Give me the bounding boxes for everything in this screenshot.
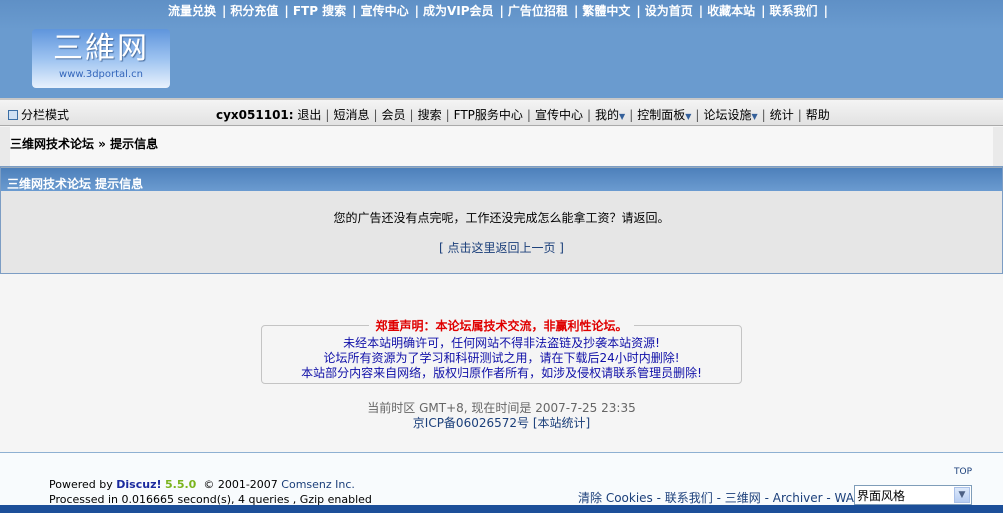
top-link[interactable]: 繁體中文 [582, 4, 630, 18]
time-info: 当前时区 GMT+8, 现在时间是 2007-7-25 23:35 京ICP备0… [0, 401, 1003, 431]
footer-link[interactable]: 清除 Cookies [578, 491, 653, 505]
nav-item[interactable]: 短消息 [333, 108, 369, 122]
version: 5.5.0 [165, 478, 197, 491]
message-box: 三维网技术论坛 提示信息 您的广告还没有点完呢，工作还没完成怎么能拿工资？请返回… [0, 166, 1003, 274]
top-link[interactable]: 积分充值 [230, 4, 278, 18]
footer-link[interactable]: 联系我们 [665, 491, 713, 505]
nav-item[interactable]: 帮助 [806, 108, 830, 122]
footer-link[interactable]: Archiver [773, 491, 823, 505]
dropdown-arrow-icon[interactable]: ▼ [751, 112, 757, 121]
username[interactable]: cyx051101: [216, 108, 294, 122]
separator: | [823, 4, 828, 18]
style-select[interactable]: 界面风格 ▼ [854, 485, 972, 505]
back-to-top-link[interactable]: TOP [954, 467, 972, 477]
message-header: 三维网技术论坛 提示信息 [1, 167, 1002, 191]
footer: TOP Powered by Discuz! 5.5.0 © 2001-2007… [0, 452, 1003, 507]
top-link[interactable]: 联系我们 [770, 4, 818, 18]
separator: | [526, 108, 531, 122]
footer-links: 清除 Cookies - 联系我们 - 三维网 - Archiver - WAP [578, 489, 861, 506]
top-link[interactable]: 流量兑换 [168, 4, 216, 18]
footer-link[interactable]: 三维网 [725, 491, 761, 505]
top-link[interactable]: 广告位招租 [508, 4, 568, 18]
column-mode-icon [8, 110, 18, 120]
column-mode-label: 分栏模式 [21, 108, 70, 122]
separator: - [652, 491, 665, 505]
nav-item[interactable]: 宣传中心 [535, 108, 583, 122]
logo-url: www.3dportal.cn [59, 69, 143, 80]
copyright: © 2001-2007 [203, 478, 278, 491]
icp-link[interactable]: 京ICP备06026572号 [413, 416, 529, 430]
nav-item[interactable]: 搜索 [418, 108, 442, 122]
top-link[interactable]: 设为首页 [645, 4, 693, 18]
top-links: 流量兑换 | 积分充值 | FTP 搜索 | 宣传中心 | 成为VIP会员 | 广告位招租 | 繁體中文… [168, 2, 832, 19]
separator: | [445, 108, 450, 122]
separator: | [414, 4, 419, 18]
separator: | [573, 4, 579, 18]
column-mode-link[interactable]: 分栏模式 [8, 106, 69, 123]
separator: | [409, 108, 414, 122]
comsenz-link[interactable]: Comsenz Inc. [281, 478, 355, 491]
timezone-text: 当前时区 GMT+8, 现在时间是 2007-7-25 23:35 [367, 401, 636, 415]
stats-link[interactable]: [本站统计] [533, 416, 590, 430]
disclaimer-box: 郑重声明：本论坛属技术交流，非赢利性论坛。 未经本站明确许可，任何网站不得非法盗… [261, 319, 742, 384]
separator: | [373, 108, 378, 122]
separator: - [822, 491, 835, 505]
separator: | [698, 4, 704, 18]
breadcrumb[interactable]: 三维网技术论坛 » 提示信息 [10, 135, 158, 152]
separator: | [352, 4, 357, 18]
top-link[interactable]: 宣传中心 [361, 4, 409, 18]
top-link[interactable]: 收藏本站 [707, 4, 755, 18]
disclaimer-line: 本站部分内容来自网络，版权归原作者所有，如涉及侵权请联系管理员删除! [301, 366, 702, 380]
discuz-link[interactable]: Discuz! [116, 478, 161, 491]
nav-item[interactable]: 退出 [297, 108, 321, 122]
separator: | [284, 4, 289, 18]
separator: | [586, 108, 592, 122]
site-logo[interactable]: 三維网 www.3dportal.cn [32, 29, 170, 88]
nav-item[interactable]: 会员 [382, 108, 406, 122]
message-text: 您的广告还没有点完呢，工作还没完成怎么能拿工资？请返回。 [333, 211, 670, 225]
chevron-down-icon[interactable]: ▼ [954, 487, 970, 503]
nav-item[interactable]: FTP服务中心 [454, 108, 523, 122]
disclaimer-title: 郑重声明：本论坛属技术交流，非赢利性论坛。 [369, 319, 634, 333]
separator: | [761, 4, 766, 18]
dropdown-arrow-icon[interactable]: ▼ [619, 112, 625, 121]
dropdown-arrow-icon[interactable]: ▼ [685, 112, 691, 121]
separator: | [797, 108, 802, 122]
top-link[interactable]: FTP 搜索 [293, 4, 346, 18]
separator: | [629, 108, 634, 122]
nav-item[interactable]: 统计 [770, 108, 794, 122]
powered-by: Powered by Discuz! 5.5.0 © 2001-2007 Com… [49, 477, 372, 507]
separator: | [636, 4, 641, 18]
header-banner: 流量兑换 | 积分充值 | FTP 搜索 | 宣传中心 | 成为VIP会员 | 广告位招租 | 繁體中文… [0, 0, 1003, 98]
separator: - [760, 491, 773, 505]
back-link[interactable]: [ 点击这里返回上一页 ] [1, 239, 1002, 256]
separator: | [695, 108, 700, 122]
disclaimer-line: 未经本站明确许可，任何网站不得非法盗链及抄袭本站资源! [343, 336, 660, 350]
nav-item[interactable]: 控制面板 [637, 108, 685, 122]
style-select-value: 界面风格 [857, 489, 906, 503]
disclaimer-line: 论坛所有资源为了学习和科研测试之用，请在下载后24小时内删除! [323, 351, 680, 365]
separator: | [325, 108, 330, 122]
user-nav: cyx051101: 退出 | 短消息 | 会员 | 搜索 | FTP服务中心 | 宣传中心 | 我的▼… [216, 106, 830, 123]
top-link[interactable]: 成为VIP会员 [423, 4, 494, 18]
nav-bar: 分栏模式 cyx051101: 退出 | 短消息 | 会员 | 搜索 | FTP服务中心 | 宣传中… [0, 98, 1003, 126]
separator: | [499, 4, 504, 18]
powered-label: Powered by [49, 478, 113, 491]
logo-title: 三維网 [53, 31, 149, 66]
separator: | [761, 108, 766, 122]
bottom-bar [0, 505, 1003, 513]
separator: | [222, 4, 227, 18]
nav-item[interactable]: 我的 [595, 108, 619, 122]
nav-item[interactable]: 论坛设施 [703, 108, 751, 122]
separator: - [712, 491, 725, 505]
